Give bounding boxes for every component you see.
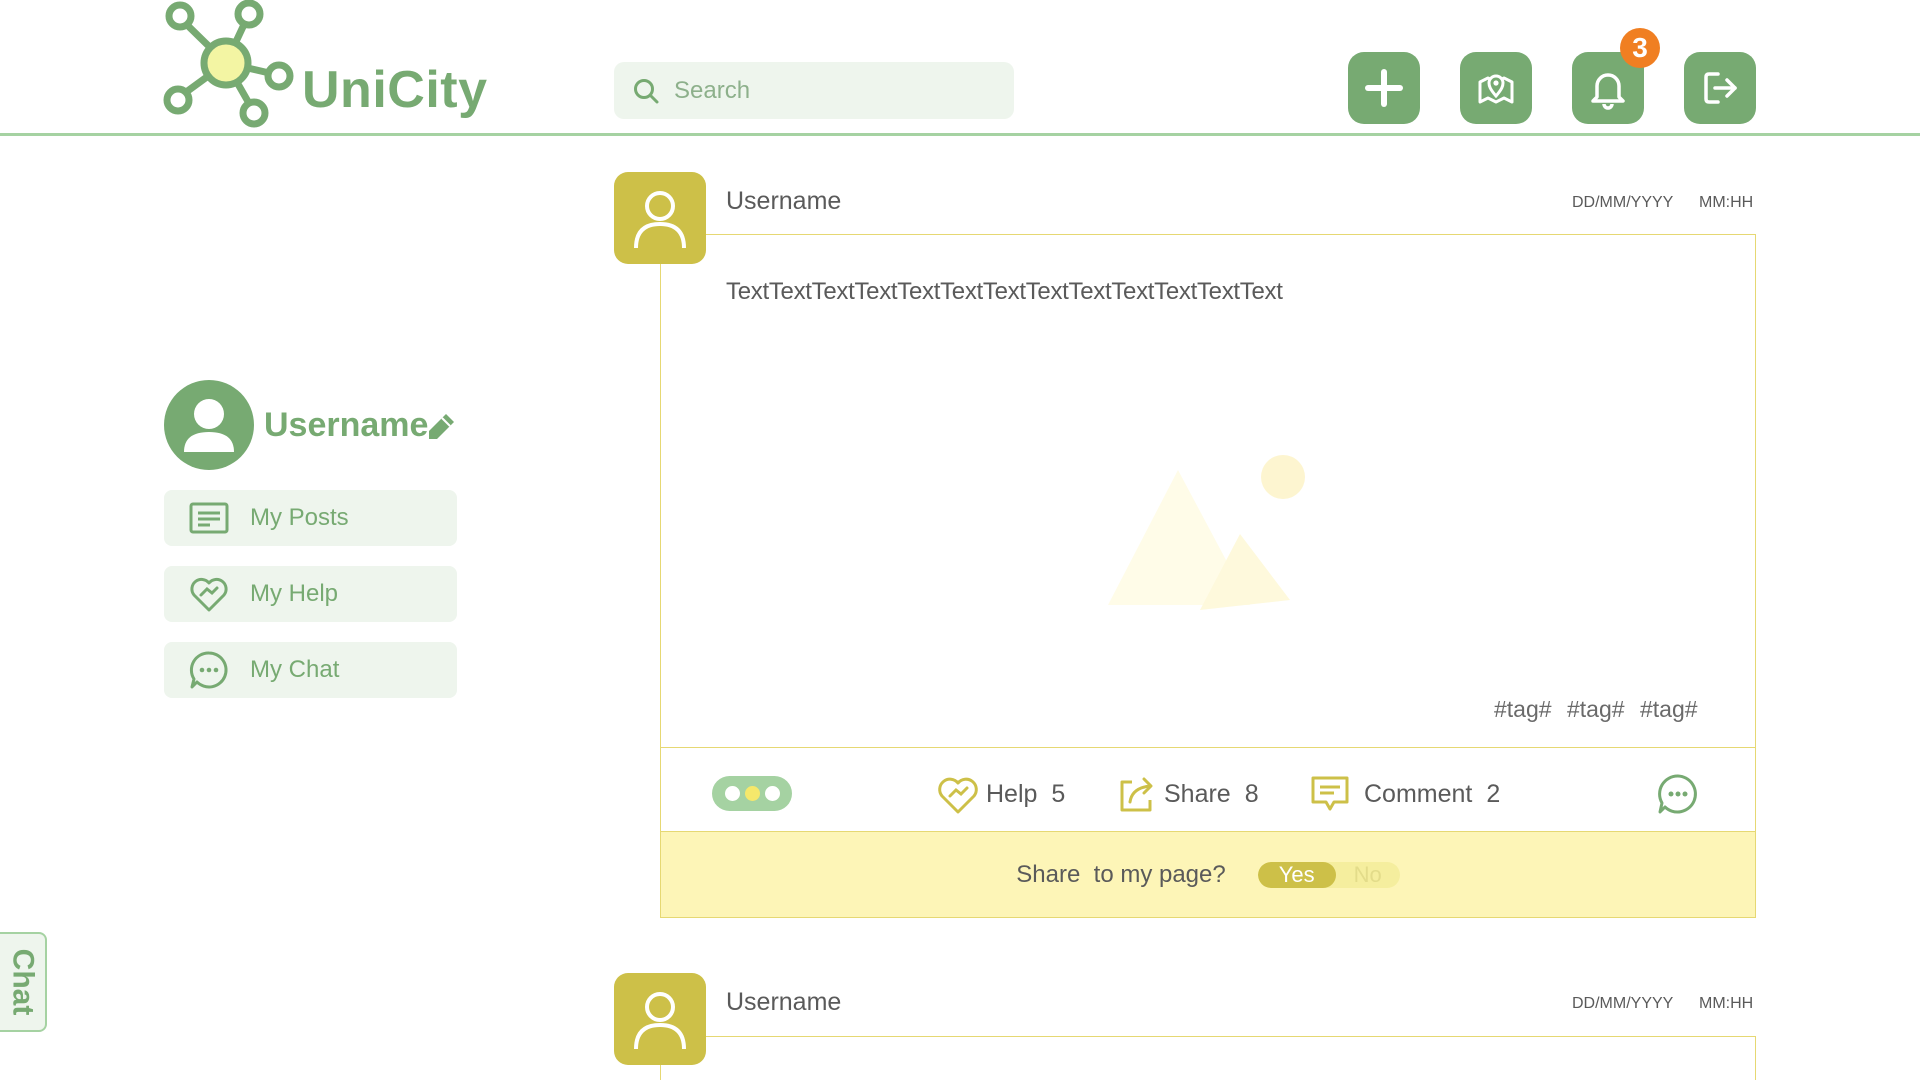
- share-button[interactable]: Share 8: [1114, 772, 1259, 816]
- post-date: DD/MM/YYYY: [1572, 194, 1674, 211]
- yes-option[interactable]: Yes: [1257, 861, 1336, 888]
- sidebar-item-my-chat[interactable]: My Chat: [164, 642, 457, 698]
- pencil-icon[interactable]: [424, 410, 458, 444]
- notification-badge: 3: [1620, 28, 1660, 68]
- comment-button[interactable]: Comment 2: [1308, 772, 1500, 816]
- share-question: Share to my page?: [1016, 860, 1226, 888]
- post-card: [660, 1036, 1756, 1080]
- share-label: Share: [1164, 779, 1231, 808]
- search-input[interactable]: [674, 76, 994, 105]
- yes-no-toggle[interactable]: Yes No: [1257, 861, 1400, 888]
- post-text: TextTextTextTextTextTextTextTextTextText…: [726, 278, 1283, 305]
- user-icon: [184, 399, 234, 452]
- comment-count: 2: [1486, 779, 1501, 808]
- post-avatar[interactable]: [614, 172, 706, 264]
- help-label: Help: [986, 779, 1038, 808]
- map-button[interactable]: [1460, 52, 1532, 124]
- heart-handshake-icon: [938, 777, 978, 814]
- user-outline-icon: [634, 191, 686, 249]
- chat-tab-label: Chat: [6, 948, 40, 1016]
- help-count: 5: [1051, 779, 1066, 808]
- logout-button[interactable]: [1684, 52, 1756, 124]
- sidebar-item-my-help[interactable]: My Help: [164, 566, 457, 622]
- chat-side-tab[interactable]: Chat: [0, 932, 47, 1032]
- share-icon: [1120, 777, 1153, 812]
- sidebar-item-label: My Posts: [250, 504, 349, 531]
- logout-icon: [1704, 72, 1737, 104]
- more-options-button[interactable]: [712, 776, 792, 811]
- logo-icon: [163, 0, 294, 128]
- post-avatar[interactable]: [614, 973, 706, 1065]
- chat-bubble-icon: [189, 651, 228, 689]
- avatar[interactable]: [164, 380, 254, 470]
- heart-handshake-icon: [190, 577, 228, 612]
- profile-username: Username: [264, 406, 429, 444]
- post-username[interactable]: Username: [726, 988, 841, 1017]
- top-header: UniCity 3: [0, 0, 1920, 136]
- sidebar-item-label: My Chat: [250, 656, 340, 683]
- search-icon: [634, 78, 659, 103]
- chat-bubble-icon[interactable]: [1656, 772, 1700, 816]
- comment-label: Comment: [1364, 779, 1473, 808]
- search-bar[interactable]: [614, 62, 1014, 119]
- map-pin-icon: [1478, 74, 1514, 104]
- sidebar-item-label: My Help: [250, 580, 339, 607]
- help-button[interactable]: Help 5: [936, 772, 1065, 816]
- app-name: UniCity: [302, 61, 488, 119]
- post-time: MM:HH: [1699, 995, 1754, 1012]
- share-prompt-bar: Share to my page? Yes No: [660, 831, 1756, 918]
- no-option[interactable]: No: [1336, 862, 1400, 888]
- share-count: 8: [1244, 779, 1259, 808]
- image-placeholder-icon: [1108, 455, 1305, 610]
- comment-icon: [1311, 776, 1349, 811]
- plus-icon: [1365, 69, 1403, 107]
- posts-icon: [189, 502, 229, 534]
- post-tag[interactable]: #tag#: [1640, 696, 1698, 723]
- post-date: DD/MM/YYYY: [1572, 995, 1674, 1012]
- sidebar-item-my-posts[interactable]: My Posts: [164, 490, 457, 546]
- user-outline-icon: [634, 992, 686, 1050]
- post-tag[interactable]: #tag#: [1494, 696, 1552, 723]
- post-username[interactable]: Username: [726, 187, 841, 216]
- post-time: MM:HH: [1699, 194, 1754, 211]
- bell-icon: [1591, 73, 1625, 110]
- add-post-button[interactable]: [1348, 52, 1420, 124]
- post-tag[interactable]: #tag#: [1567, 696, 1625, 723]
